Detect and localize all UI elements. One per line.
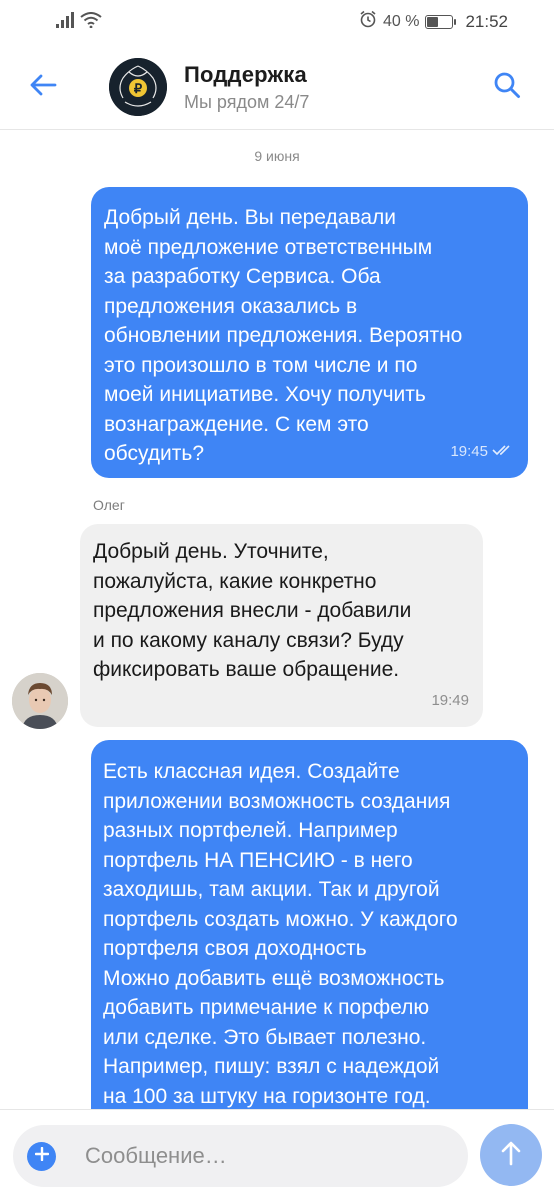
message-input[interactable] (85, 1139, 455, 1173)
date-divider: 9 июня (254, 148, 300, 164)
search-button[interactable] (490, 70, 524, 104)
arrow-up-icon (500, 1140, 522, 1171)
chat-header: ₽ Поддержка Мы рядом 24/7 (0, 44, 554, 130)
message-meta: 19:49 (431, 686, 469, 716)
clock: 21:52 (465, 11, 508, 31)
message-text: Есть классная идея. Создайте приложении … (103, 760, 458, 1108)
message-time: 19:45 (450, 442, 488, 460)
status-right: 40 % 21:52 (359, 10, 508, 33)
message-text: Добрый день. Вы передавали моё предложен… (104, 206, 463, 465)
chat-subtitle: Мы рядом 24/7 (184, 92, 310, 112)
message-outgoing[interactable]: Есть классная идея. Создайте приложении … (91, 740, 528, 1109)
battery-percent: 40 % (382, 12, 420, 30)
attach-button[interactable] (27, 1142, 56, 1171)
message-incoming[interactable]: Добрый день. Уточните, пожалуйста, какие… (80, 524, 483, 727)
message-composer (0, 1109, 554, 1200)
arrow-left-icon (29, 73, 57, 102)
message-time: 19:49 (431, 691, 469, 709)
message-list[interactable]: 9 июня Добрый день. Вы передавали моё пр… (0, 131, 554, 1109)
message-input-container[interactable] (13, 1125, 468, 1187)
message-meta: 19:45 (450, 437, 514, 467)
send-button[interactable] (480, 1124, 542, 1186)
signal-icon (56, 12, 74, 33)
support-avatar[interactable]: ₽ (109, 58, 167, 116)
svg-text:₽: ₽ (134, 81, 143, 96)
chat-title: Поддержка (184, 62, 307, 87)
sender-name: Олег (93, 497, 125, 513)
status-bar: 40 % 21:52 (0, 0, 554, 44)
message-text: Добрый день. Уточните, пожалуйста, какие… (93, 540, 412, 681)
double-check-icon (492, 437, 514, 467)
plus-icon (34, 1146, 49, 1166)
back-button[interactable] (26, 70, 60, 104)
message-outgoing[interactable]: Добрый день. Вы передавали моё предложен… (91, 187, 528, 478)
operator-avatar[interactable] (12, 673, 68, 729)
alarm-icon (359, 10, 377, 33)
operator-photo (12, 673, 68, 729)
status-left (56, 12, 102, 33)
battery-icon (425, 14, 457, 29)
support-logo-icon: ₽ (109, 58, 167, 116)
search-icon (493, 71, 521, 104)
wifi-icon (80, 12, 102, 33)
